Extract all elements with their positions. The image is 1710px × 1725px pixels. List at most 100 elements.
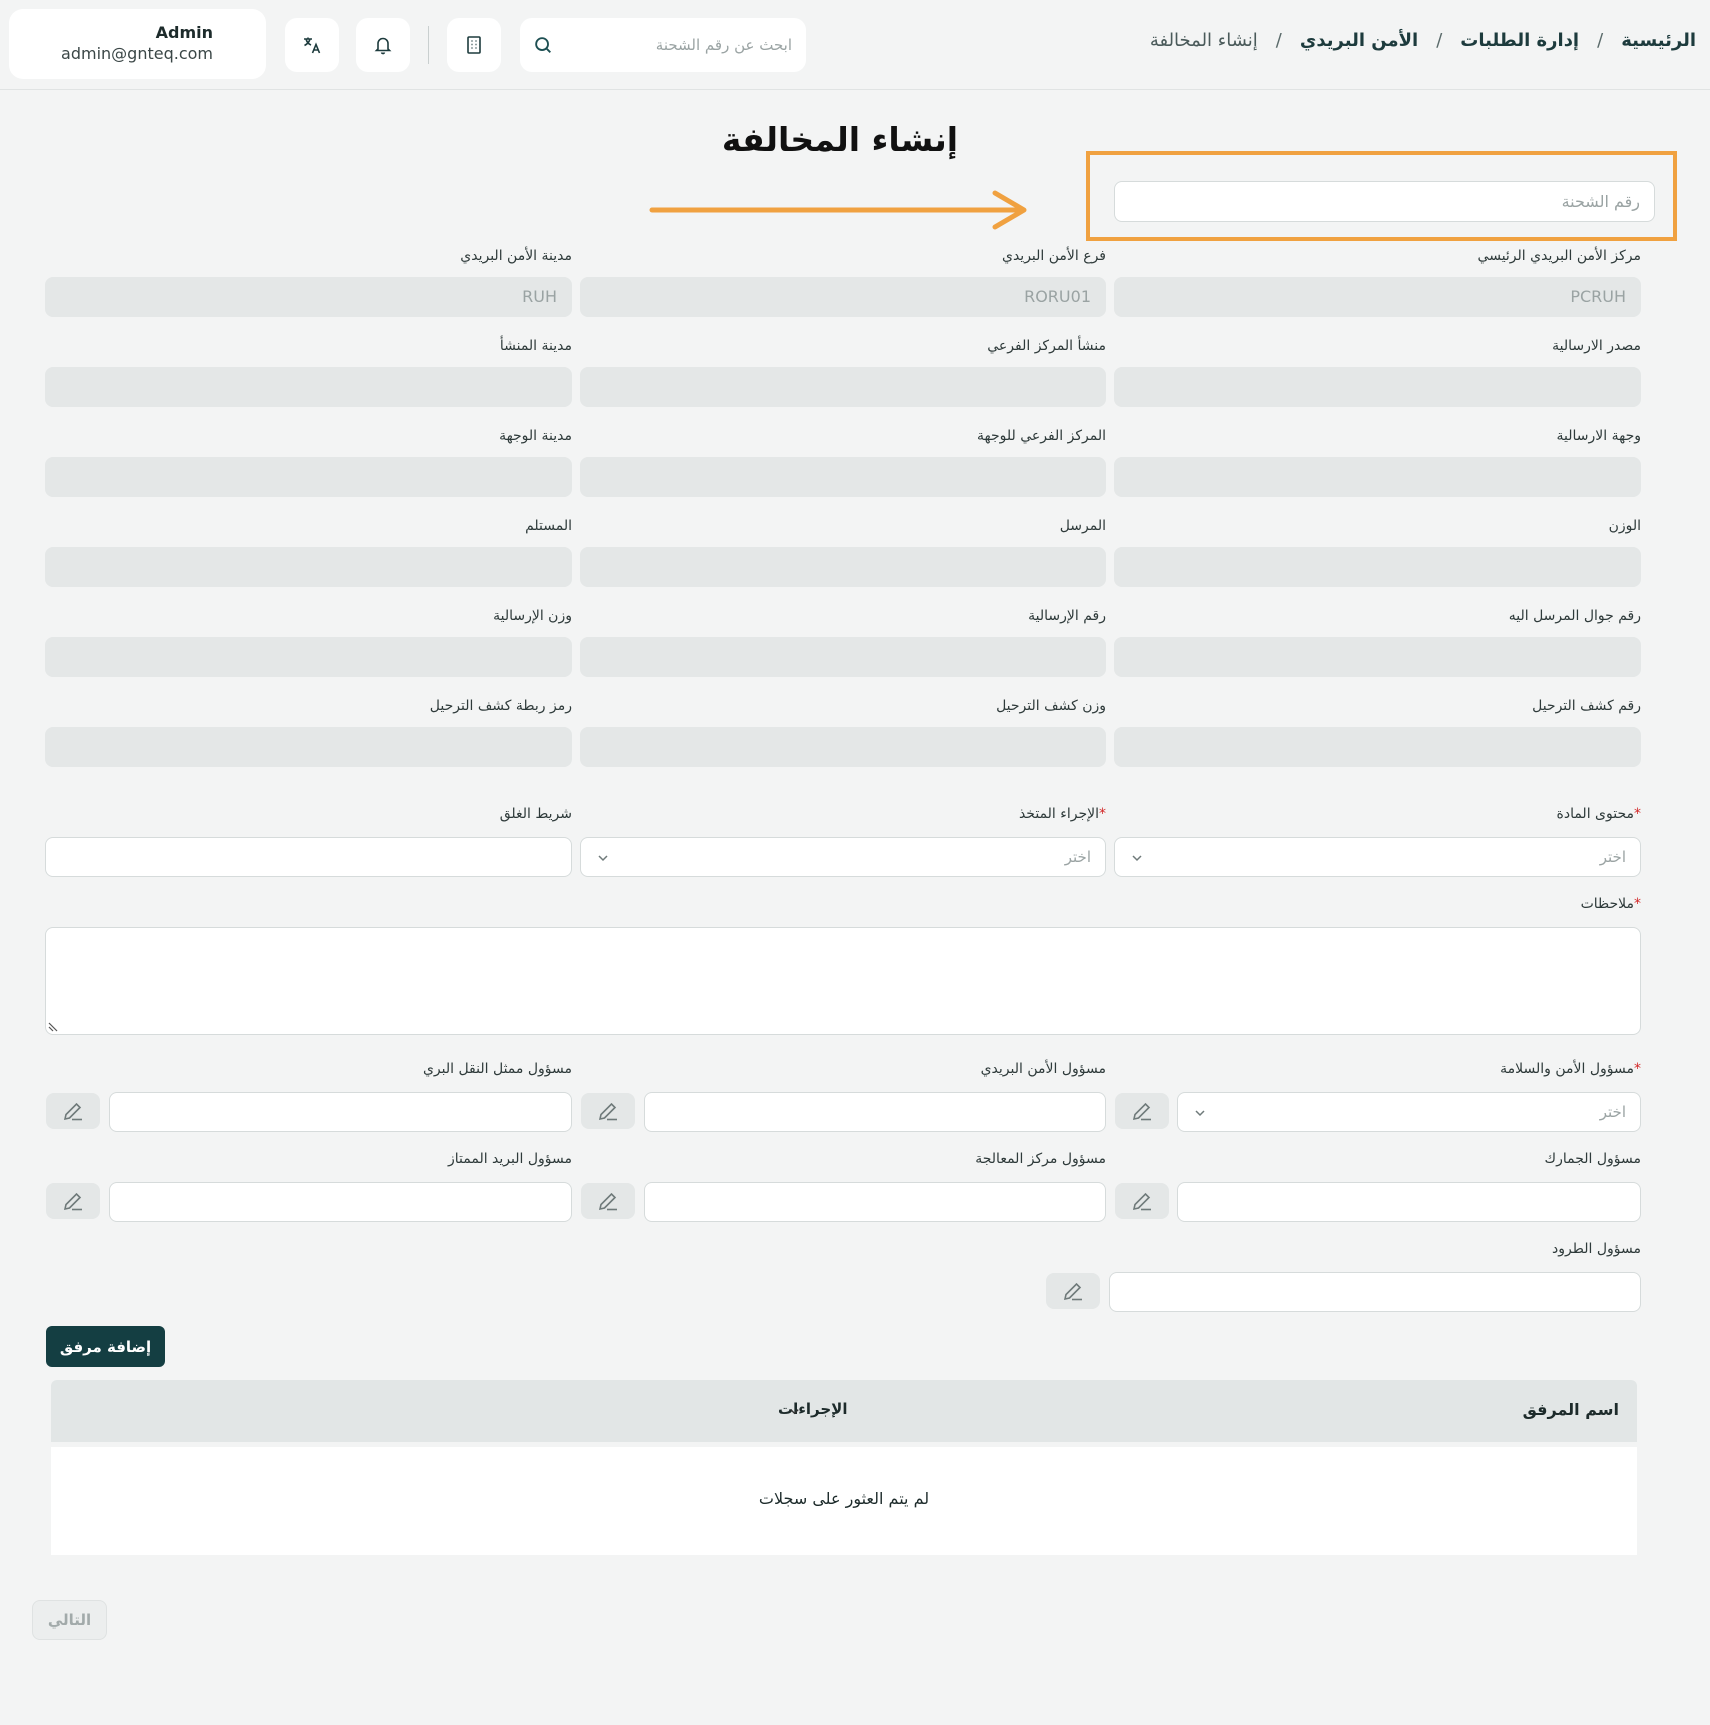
manifest-weight-field: [580, 727, 1106, 767]
main-center-field: [1114, 277, 1641, 317]
source-field: [1114, 367, 1641, 407]
material-select[interactable]: اختر: [1114, 837, 1641, 877]
processing-officer-input[interactable]: [644, 1182, 1106, 1222]
user-email: admin@gnteq.com: [61, 44, 213, 63]
pen-icon: [1063, 1282, 1082, 1301]
manifest-no-label: رقم كشف الترحيل: [1532, 698, 1641, 714]
city-label: مدينة الأمن البريدي: [460, 248, 572, 264]
dest-city-field: [45, 457, 572, 497]
shipment-no-field: [580, 637, 1106, 677]
dest-sub-label: المركز الفرعي للوجهة: [977, 428, 1106, 444]
building-icon: [467, 36, 481, 54]
safety-officer-sign-button[interactable]: [1115, 1093, 1169, 1129]
notifications-button[interactable]: [356, 18, 410, 72]
page-title: إنشاء المخالفة: [721, 120, 959, 159]
parcels-officer-label: مسؤول الطرود: [1552, 1241, 1641, 1257]
building-button[interactable]: [447, 18, 501, 72]
seal-tape-input[interactable]: [45, 837, 572, 877]
add-attachment-button[interactable]: إضافة مرفق: [46, 1326, 165, 1367]
origin-city-field: [45, 367, 572, 407]
chevron-down-icon[interactable]: [789, 1406, 800, 1417]
postal-officer-input[interactable]: [644, 1092, 1106, 1132]
postal-officer-sign-button[interactable]: [581, 1093, 635, 1129]
pen-icon: [63, 1102, 82, 1121]
breadcrumb: الرئيسية / إدارة الطلبات / الأمن البريدي…: [1149, 30, 1696, 51]
shipment-no-label: رقم الإرسالية: [1028, 608, 1106, 624]
origin-sub-label: منشأ المركز الفرعي: [987, 338, 1106, 354]
premium-officer-input[interactable]: [109, 1182, 572, 1222]
manifest-link-field: [45, 727, 572, 767]
manifest-no-field: [1114, 727, 1641, 767]
shipment-weight-field: [45, 637, 572, 677]
customs-officer-sign-button[interactable]: [1115, 1183, 1169, 1219]
origin-city-label: مدينة المنشأ: [499, 338, 572, 354]
customs-officer-label: مسؤول الجمارك: [1544, 1151, 1641, 1167]
destination-field: [1114, 457, 1641, 497]
action-taken-label: *الإجراء المتخذ: [1018, 806, 1106, 822]
pen-icon: [598, 1102, 617, 1121]
premium-officer-sign-button[interactable]: [46, 1183, 100, 1219]
postal-officer-label: مسؤول الأمن البريدي: [980, 1061, 1106, 1077]
attachments-table-body: لم يتم العثور على سجلات: [51, 1447, 1637, 1555]
safety-officer-select[interactable]: اختر: [1177, 1092, 1641, 1132]
arrow-right-icon: [649, 190, 1027, 230]
action-taken-select[interactable]: اختر: [580, 837, 1106, 877]
user-name: Admin: [155, 23, 213, 42]
processing-officer-sign-button[interactable]: [581, 1183, 635, 1219]
chevron-down-icon: [598, 855, 608, 862]
source-label: مصدر الارسالية: [1552, 338, 1641, 354]
branch-field: [580, 277, 1106, 317]
breadcrumb-current: إنشاء المخالفة: [1149, 30, 1258, 51]
search-input[interactable]: [566, 18, 806, 72]
pen-icon: [1132, 1192, 1151, 1211]
seal-tape-label: شريط الغلق: [499, 806, 572, 822]
customs-officer-input[interactable]: [1177, 1182, 1641, 1222]
parcels-officer-sign-button[interactable]: [1046, 1273, 1100, 1309]
breadcrumb-postal-security[interactable]: الأمن البريدي: [1300, 30, 1418, 51]
empty-state-message: لم يتم العثور على سجلات: [758, 1489, 930, 1508]
notes-label: *ملاحظات: [1580, 896, 1641, 912]
processing-officer-label: مسؤول مركز المعالجة: [975, 1151, 1106, 1167]
sender-field: [580, 547, 1106, 587]
origin-sub-field: [580, 367, 1106, 407]
chevron-down-icon: [1132, 855, 1142, 862]
material-label: *محتوى المادة: [1556, 806, 1642, 822]
manifest-weight-label: وزن كشف الترحيل: [996, 698, 1106, 714]
search-icon[interactable]: [532, 34, 554, 56]
resize-handle-icon[interactable]: [48, 1022, 58, 1032]
header-divider: [428, 26, 429, 64]
attachments-table-header: اسم المرفق الإجراءات: [51, 1380, 1637, 1442]
manifest-link-label: رمز ربطة كشف الترحيل: [429, 698, 572, 714]
language-button[interactable]: [285, 18, 339, 72]
search-box: [520, 18, 806, 72]
sender-label: المرسل: [1059, 518, 1106, 534]
shipment-number-input[interactable]: [1114, 181, 1655, 222]
receiver-label: المستلم: [525, 518, 572, 534]
top-bar: الرئيسية / إدارة الطلبات / الأمن البريدي…: [0, 0, 1710, 90]
recipient-mobile-label: رقم جوال المرسل اليه: [1508, 608, 1641, 624]
notes-textarea[interactable]: [45, 927, 1641, 1035]
land-transport-input[interactable]: [109, 1092, 572, 1132]
safety-officer-label: *مسؤول الأمن والسلامة: [1500, 1061, 1641, 1077]
land-transport-sign-button[interactable]: [46, 1093, 100, 1129]
branch-label: فرع الأمن البريدي: [1001, 248, 1106, 264]
shipment-weight-label: وزن الإرسالية: [493, 608, 572, 624]
dest-city-label: مدينة الوجهة: [499, 428, 572, 444]
user-card[interactable]: Admin admin@gnteq.com: [9, 9, 266, 79]
main-center-label: مركز الأمن البريدي الرئيسي: [1477, 248, 1641, 264]
city-field: [45, 277, 572, 317]
destination-label: وجهة الارسالية: [1556, 428, 1641, 444]
parcels-officer-input[interactable]: [1109, 1272, 1641, 1312]
translate-icon: [304, 37, 321, 54]
chevron-down-icon: [1195, 1110, 1205, 1117]
dest-sub-field: [580, 457, 1106, 497]
breadcrumb-home[interactable]: الرئيسية: [1621, 30, 1696, 51]
next-button[interactable]: التالي: [32, 1600, 107, 1640]
breadcrumb-orders[interactable]: إدارة الطلبات: [1460, 30, 1579, 51]
land-transport-label: مسؤول ممثل النقل البري: [422, 1061, 572, 1077]
weight-label: الوزن: [1608, 518, 1641, 534]
weight-field: [1114, 547, 1641, 587]
pen-icon: [1132, 1102, 1151, 1121]
recipient-mobile-field: [1114, 637, 1641, 677]
column-attachment-name[interactable]: اسم المرفق: [1523, 1400, 1619, 1419]
